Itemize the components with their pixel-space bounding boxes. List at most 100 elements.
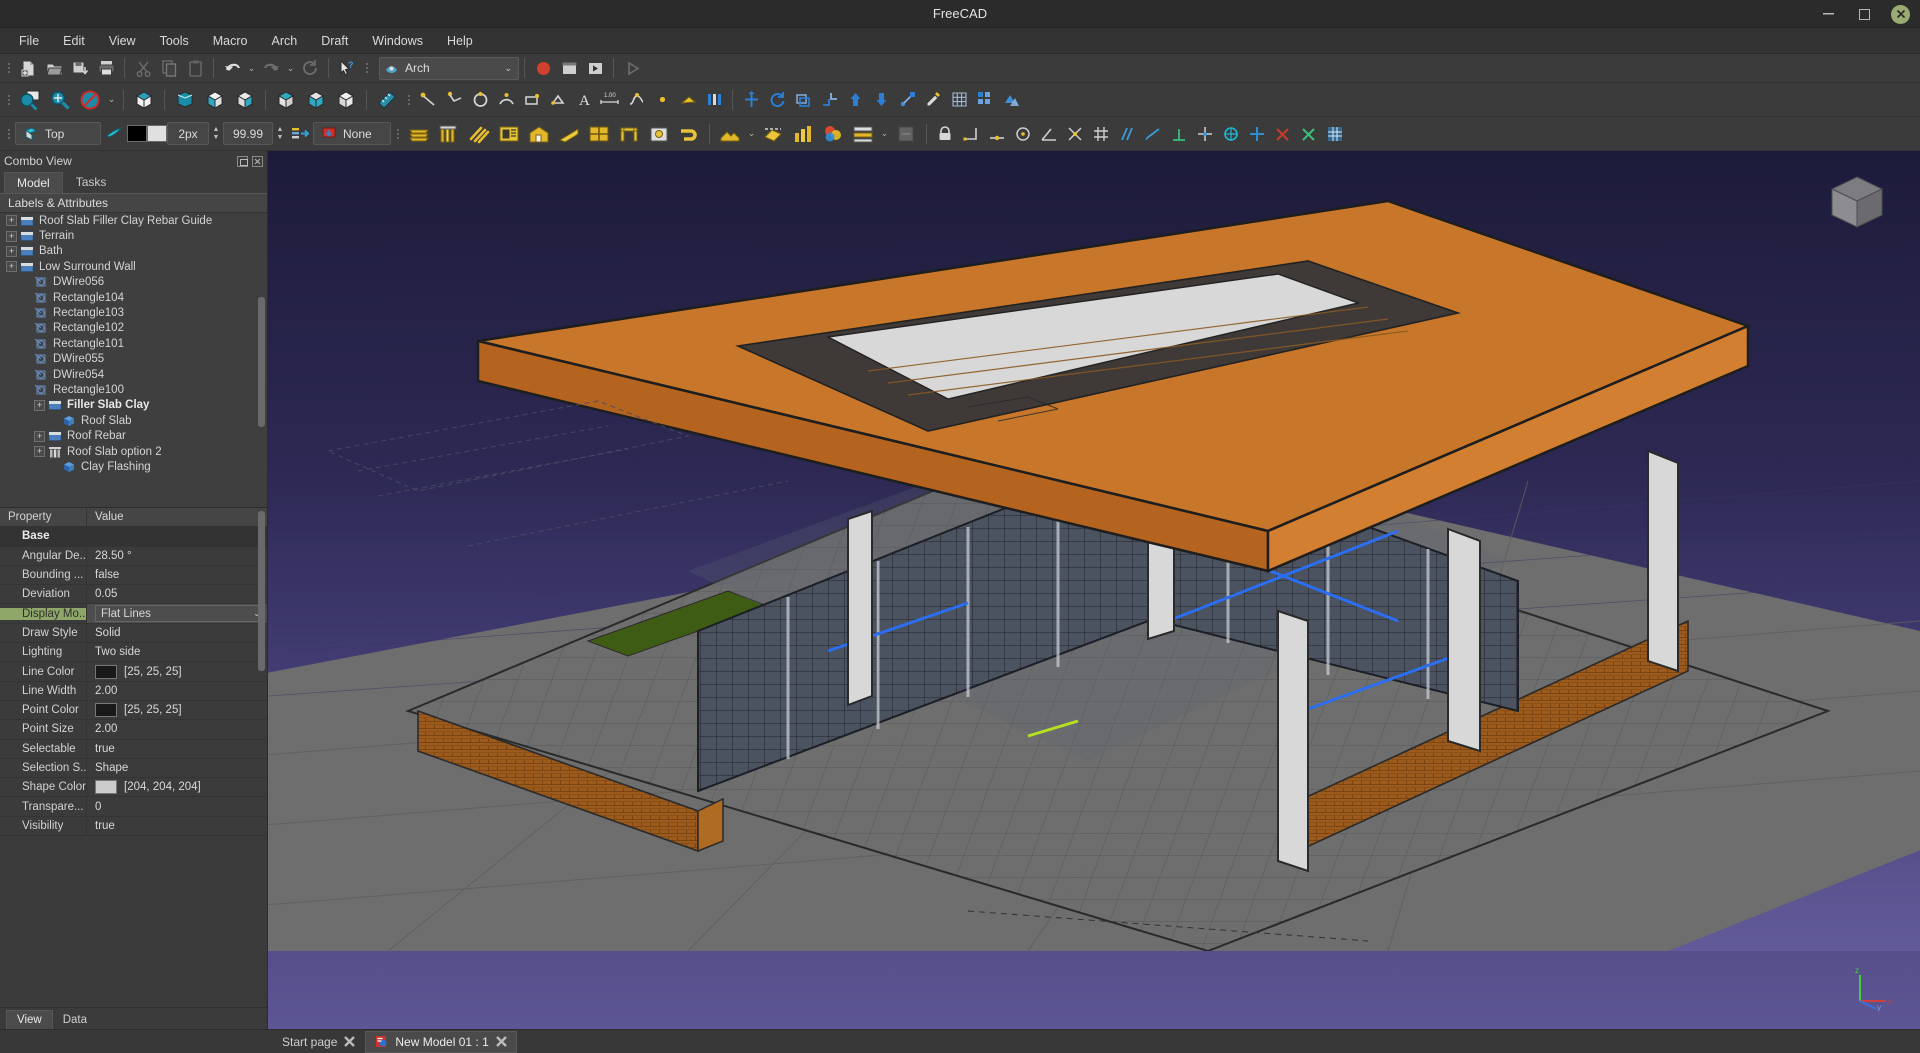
tree-item[interactable]: Rectangle100 — [0, 382, 267, 397]
tab-new-model-01[interactable]: New Model 01 : 1 — [365, 1031, 516, 1053]
tree-item[interactable]: DWire056 — [0, 275, 267, 290]
property-value-cell[interactable]: true — [86, 817, 267, 835]
property-value-cell[interactable]: 28.50 ° — [86, 547, 267, 565]
tree-item[interactable]: +Roof Slab option 2 — [0, 444, 267, 459]
tab-model[interactable]: Model — [4, 172, 63, 193]
draft-upgrade-button[interactable] — [842, 87, 868, 113]
draft-toolbar-grip[interactable] — [405, 90, 412, 110]
tree-item[interactable]: +Bath — [0, 244, 267, 259]
arch-panel-button[interactable] — [584, 119, 614, 149]
draft-polygon-button[interactable] — [545, 87, 571, 113]
property-value-cell[interactable]: [204, 204, 204] — [86, 778, 267, 796]
close-button[interactable] — [1891, 5, 1910, 24]
workbench-selector[interactable]: Arch ⌄ — [379, 57, 519, 80]
draft-bspline-button[interactable] — [623, 87, 649, 113]
arch-site-button[interactable] — [715, 119, 745, 149]
snap-intersection-toggle[interactable] — [1062, 121, 1088, 147]
snap-extension-toggle[interactable] — [1140, 121, 1166, 147]
arch-toolbar-grip[interactable] — [394, 124, 401, 144]
property-row[interactable]: Selectabletrue — [0, 740, 267, 759]
arch-structure-button[interactable] — [434, 119, 464, 149]
whats-this-button[interactable]: ? — [334, 55, 360, 81]
draw-style-dropdown-icon[interactable]: ⌄ — [105, 87, 118, 113]
snap-near-toggle[interactable] — [1244, 121, 1270, 147]
snap-center-toggle[interactable] — [1010, 121, 1036, 147]
tree-item[interactable]: +Roof Slab Filler Clay Rebar Guide — [0, 213, 267, 228]
draft-circle-button[interactable] — [467, 87, 493, 113]
property-value-cell[interactable]: true — [86, 740, 267, 758]
tree-expander[interactable]: + — [6, 231, 17, 242]
snap-endpoint-toggle[interactable] — [958, 121, 984, 147]
property-editor[interactable]: Property Value BaseAngular De...28.50 °B… — [0, 508, 267, 1007]
arch-window-button[interactable] — [494, 119, 524, 149]
arch-site-dropdown-icon[interactable]: ⌄ — [745, 121, 758, 147]
macro-step-button[interactable] — [619, 55, 645, 81]
draft-dimension-button[interactable]: 1.00 — [597, 87, 623, 113]
draftstyle-toolbar-grip[interactable] — [5, 124, 12, 144]
snap-ortho-toggle[interactable] — [1192, 121, 1218, 147]
tree-scrollbar[interactable] — [258, 297, 265, 427]
new-document-button[interactable] — [15, 55, 41, 81]
view-toolbar-grip[interactable] — [5, 90, 12, 110]
arch-frame-button[interactable] — [614, 119, 644, 149]
draft-line-button[interactable] — [415, 87, 441, 113]
draft-text-button[interactable]: A — [571, 87, 597, 113]
toolbar-grip[interactable] — [5, 58, 12, 78]
save-document-button[interactable] — [67, 55, 93, 81]
property-row[interactable]: Transpare...0 — [0, 797, 267, 816]
bottom-view-button[interactable] — [301, 85, 331, 115]
copy-button[interactable] — [156, 55, 182, 81]
print-document-button[interactable] — [93, 55, 119, 81]
snap-grid-toggle[interactable] — [1088, 121, 1114, 147]
property-row[interactable]: Visibilitytrue — [0, 817, 267, 836]
tree-item[interactable]: Rectangle104 — [0, 290, 267, 305]
line-color-swatch[interactable] — [127, 125, 147, 142]
line-width-field[interactable]: 2px — [167, 122, 209, 145]
tab-start-page[interactable]: Start page — [272, 1031, 365, 1053]
close-icon[interactable] — [344, 1036, 355, 1047]
property-row[interactable]: LightingTwo side — [0, 643, 267, 662]
redo-dropdown-icon[interactable]: ⌄ — [284, 55, 297, 81]
tree-item[interactable]: Rectangle101 — [0, 336, 267, 351]
toggle-grid-button[interactable] — [1322, 121, 1348, 147]
model-tree[interactable]: +Roof Slab Filler Clay Rebar Guide+Terra… — [0, 213, 267, 508]
arch-axis-button[interactable] — [848, 119, 878, 149]
close-icon[interactable] — [496, 1036, 507, 1047]
property-value-cell[interactable]: 2.00 — [86, 682, 267, 700]
property-row[interactable]: Angular De...28.50 ° — [0, 547, 267, 566]
close-icon[interactable] — [252, 156, 263, 167]
arch-pipe-button[interactable] — [674, 119, 704, 149]
menu-tools[interactable]: Tools — [149, 30, 200, 52]
draft-polyline-button[interactable] — [441, 87, 467, 113]
tab-tasks[interactable]: Tasks — [63, 171, 120, 193]
tree-expander[interactable]: + — [34, 400, 45, 411]
rear-view-button[interactable] — [271, 85, 301, 115]
property-value-cell[interactable]: false — [86, 566, 267, 584]
tree-item[interactable]: +Roof Rebar — [0, 428, 267, 443]
menu-windows[interactable]: Windows — [361, 30, 434, 52]
snap-perpendicular-toggle[interactable] — [1166, 121, 1192, 147]
text-size-stepper[interactable]: ▲▼ — [273, 122, 287, 145]
paste-button[interactable] — [182, 55, 208, 81]
arch-rebar-button[interactable] — [464, 119, 494, 149]
snap-special-toggle[interactable] — [1296, 121, 1322, 147]
draft-offset-button[interactable] — [790, 87, 816, 113]
draft-shapestring-button[interactable] — [675, 87, 701, 113]
tab-view[interactable]: View — [6, 1010, 53, 1029]
color-swatch[interactable] — [95, 665, 117, 679]
property-value-cell[interactable]: Solid — [86, 624, 267, 642]
tree-item[interactable]: Clay Flashing — [0, 459, 267, 474]
property-value-cell[interactable]: 0.05 — [86, 585, 267, 603]
front-view-button[interactable] — [170, 85, 200, 115]
toggle-construction-mode-button[interactable] — [101, 121, 127, 147]
menu-macro[interactable]: Macro — [202, 30, 259, 52]
menu-arch[interactable]: Arch — [261, 30, 309, 52]
arch-schedule-button[interactable] — [788, 119, 818, 149]
property-row[interactable]: Deviation0.05 — [0, 585, 267, 604]
snap-parallel-toggle[interactable] — [1114, 121, 1140, 147]
draft-scale-button[interactable] — [894, 87, 920, 113]
right-view-button[interactable] — [230, 85, 260, 115]
property-combobox[interactable]: Flat Lines⌄ — [95, 605, 264, 622]
property-row[interactable]: Bounding ...false — [0, 566, 267, 585]
fit-all-button[interactable] — [15, 85, 45, 115]
